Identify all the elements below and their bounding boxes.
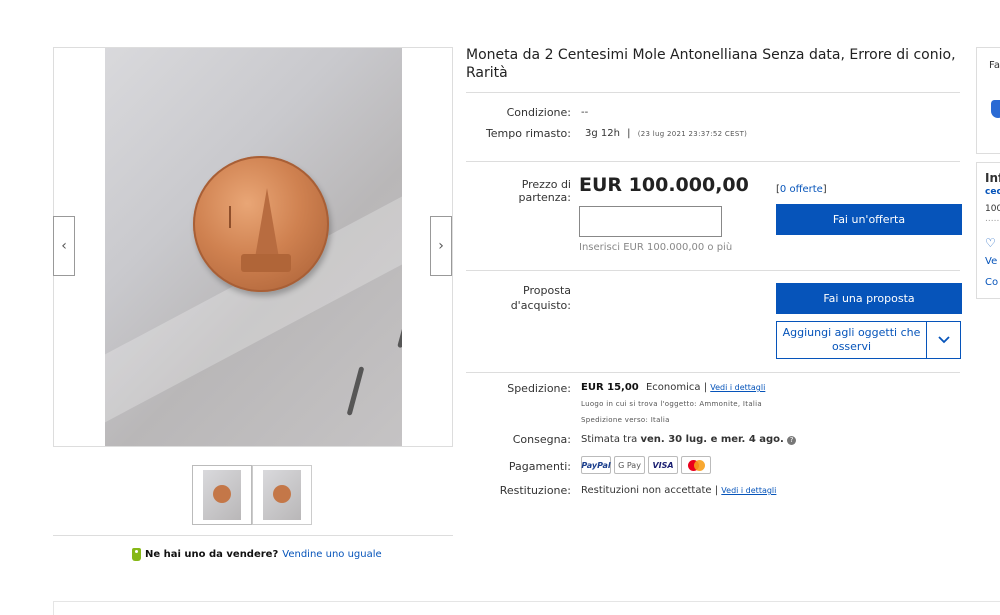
mole-base <box>241 254 291 272</box>
separator: | <box>703 382 708 393</box>
item-title: Moneta da 2 Centesimi Mole Antonelliana … <box>466 47 956 81</box>
side-box-heading: Fa <box>989 60 1000 71</box>
payments-label: Pagamenti: <box>508 460 571 473</box>
divider <box>466 372 960 373</box>
scratch-mark <box>397 317 402 349</box>
shipping-price: EUR 15,00 <box>581 382 639 393</box>
previous-image-button[interactable]: ‹ <box>53 216 75 276</box>
seller-dots: ..... <box>985 214 1000 224</box>
condition-value: -- <box>581 107 589 118</box>
seller-name-link[interactable]: cec <box>985 187 1000 197</box>
coin-photo[interactable] <box>105 48 402 446</box>
chevron-right-icon: › <box>438 238 444 254</box>
next-image-button[interactable]: › <box>430 216 452 276</box>
sell-similar-link[interactable]: Vendine uno uguale <box>282 549 381 560</box>
add-to-watchlist-button[interactable]: Aggiungi agli oggetti che osservi <box>777 322 926 358</box>
price-tag-icon <box>132 548 141 561</box>
thumbnail-strip <box>192 465 312 525</box>
shipping-details-link[interactable]: Vedi i dettagli <box>710 383 765 392</box>
divider <box>466 92 960 93</box>
chevron-down-icon <box>937 336 950 344</box>
mastercard-icon <box>681 456 711 474</box>
bracket: ] <box>822 184 827 195</box>
bid-count: [0 offerte] <box>776 184 827 195</box>
delivery-value: Stimata tra ven. 30 lug. e mer. 4 ago. ? <box>581 434 797 445</box>
thumbnail-1[interactable] <box>192 465 252 525</box>
seller-link[interactable]: Ve <box>985 256 997 267</box>
time-left-value: 3g 12h | (23 lug 2021 23:37:52 CEST) <box>585 128 747 139</box>
item-location: Luogo in cui si trova l'oggetto: Ammonit… <box>581 400 763 408</box>
visa-icon: VISA <box>648 456 678 474</box>
mole-relief <box>255 188 279 258</box>
scratch-mark <box>346 366 365 416</box>
watchlist-dropdown-button[interactable] <box>926 322 960 358</box>
returns-label: Restituzione: <box>499 484 571 497</box>
contact-link[interactable]: Co <box>985 277 998 288</box>
time-remaining: 3g 12h <box>585 128 620 139</box>
time-left-label: Tempo rimasto: <box>485 127 571 140</box>
divider <box>466 270 960 271</box>
shipping-label: Spedizione: <box>507 382 571 395</box>
main-image-frame[interactable] <box>53 47 453 447</box>
returns-policy: Restituzioni non accettate | <box>581 485 719 496</box>
payment-methods: PayPal G Pay VISA <box>581 456 711 474</box>
ships-to: Spedizione verso: Italia <box>581 416 670 424</box>
bid-hint: Inserisci EUR 100.000,00 o più <box>579 242 733 253</box>
returns-details-link[interactable]: Vedi i dettagli <box>721 486 776 495</box>
end-time: (23 lug 2021 23:37:52 CEST) <box>637 130 748 138</box>
thumbnail-2[interactable] <box>252 465 312 525</box>
description-box <box>53 601 1000 615</box>
divider <box>466 161 960 162</box>
current-price: EUR 100.000,00 <box>579 174 749 196</box>
shipping-method: Economica <box>645 382 701 393</box>
seller-feedback: 100 <box>985 204 1000 214</box>
heart-icon[interactable]: ♡ <box>985 236 996 250</box>
delivery-prefix: Stimata tra <box>581 434 638 445</box>
chevron-left-icon: ‹ <box>61 238 67 254</box>
delivery-dates: ven. 30 lug. e mer. 4 ago. <box>640 434 784 445</box>
google-pay-icon: G Pay <box>614 456 645 474</box>
returns-value: Restituzioni non accettate | Vedi i dett… <box>581 485 776 496</box>
start-price-label: Prezzo di partenza: <box>518 178 571 204</box>
sell-question: Ne hai uno da vendere? <box>145 549 279 560</box>
separator: | <box>627 128 631 139</box>
shield-icon <box>991 100 1000 118</box>
help-icon[interactable]: ? <box>787 436 797 445</box>
bid-amount-input[interactable] <box>579 206 722 237</box>
thumbnail-image <box>263 470 301 520</box>
shipping-value: EUR 15,00 Economica | Vedi i dettagli <box>581 382 765 393</box>
place-bid-button[interactable]: Fai un'offerta <box>776 204 962 235</box>
watchlist-button-group: Aggiungi agli oggetti che osservi <box>776 321 961 359</box>
divider <box>53 535 453 536</box>
seller-box-title: Inf <box>985 171 1000 185</box>
delivery-label: Consegna: <box>512 433 571 446</box>
thumbnail-image <box>203 470 241 520</box>
paypal-icon: PayPal <box>581 456 611 474</box>
coin-mark <box>229 206 235 228</box>
condition-label: Condizione: <box>506 106 571 119</box>
make-offer-button[interactable]: Fai una proposta <box>776 283 962 314</box>
sell-prompt: Ne hai uno da vendere? Vendine uno ugual… <box>132 548 382 561</box>
bid-history-link[interactable]: 0 offerte <box>780 184 823 195</box>
best-offer-label: Proposta d'acquisto: <box>510 284 571 312</box>
